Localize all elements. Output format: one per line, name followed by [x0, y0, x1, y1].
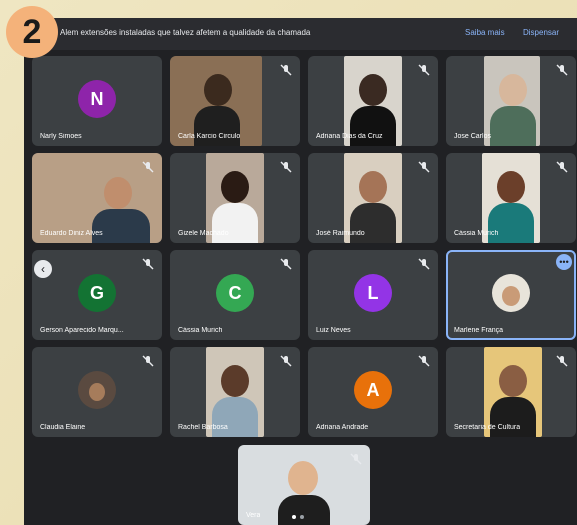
mic-off-icon [280, 63, 292, 76]
avatar: L [354, 274, 392, 312]
participant-name: Gerson Aparecido Marqu... [40, 327, 124, 334]
self-view-tile[interactable]: Vera [238, 445, 370, 525]
participant-name: Vera [246, 512, 261, 519]
participant-tile[interactable]: N Narly Simoes [32, 56, 162, 146]
mic-off-icon [418, 257, 430, 270]
participant-name: Marlene França [454, 327, 504, 334]
avatar: N [78, 80, 116, 118]
participant-name: Gizele Machado [178, 230, 229, 237]
participant-tile[interactable]: L Luiz Neves [308, 250, 438, 340]
previous-page-button[interactable]: ‹ [34, 260, 52, 278]
participant-tile-speaking[interactable]: ••• Marlene França [446, 250, 576, 340]
more-options-icon[interactable]: ••• [556, 254, 572, 270]
participant-name: Eduardo Diniz Alves [40, 230, 103, 237]
mic-off-icon [280, 354, 292, 367]
banner-message: Alem extensões instaladas que talvez afe… [60, 28, 311, 37]
participant-name: Cássia Murich [454, 230, 499, 237]
mic-off-icon [556, 354, 568, 367]
participant-name: Luiz Neves [316, 327, 351, 334]
participant-name: Carla Karcio Circulo [178, 133, 241, 140]
participant-name: Claudia Elaine [40, 424, 86, 431]
participant-tile[interactable]: Adriana Dias da Cruz [308, 56, 438, 146]
dismiss-link[interactable]: Dispensar [523, 28, 559, 37]
mic-off-icon [418, 354, 430, 367]
participant-name: Adriana Andrade [316, 424, 369, 431]
mic-off-icon [350, 452, 362, 465]
step-number-badge: 2 [6, 6, 58, 58]
extensions-warning-banner: Alem extensões instaladas que talvez afe… [24, 18, 577, 50]
avatar [492, 274, 530, 312]
participant-name: Adriana Dias da Cruz [316, 133, 383, 140]
participant-tile[interactable]: Secretaria de Cultura [446, 347, 576, 437]
participant-tile[interactable]: Carla Karcio Circulo [170, 56, 300, 146]
learn-more-link[interactable]: Saiba mais [465, 28, 505, 37]
participant-tile[interactable]: José Raimundo [308, 153, 438, 243]
participant-tile[interactable]: Eduardo Diniz Alves [32, 153, 162, 243]
mic-off-icon [280, 160, 292, 173]
participant-tile[interactable]: Jose Carlos [446, 56, 576, 146]
participant-tile[interactable]: G Gerson Aparecido Marqu... [32, 250, 162, 340]
participant-tile[interactable]: Cássia Murich [446, 153, 576, 243]
participant-tile[interactable]: Gizele Machado [170, 153, 300, 243]
mic-off-icon [142, 354, 154, 367]
avatar: G [78, 274, 116, 312]
participant-tile[interactable]: Claudia Elaine [32, 347, 162, 437]
mic-off-icon [556, 160, 568, 173]
participant-name: Jose Carlos [454, 133, 491, 140]
mic-off-icon [418, 160, 430, 173]
participant-name: Rachel Barbosa [178, 424, 228, 431]
participant-tile[interactable]: A Adriana Andrade [308, 347, 438, 437]
page-dot[interactable] [292, 515, 296, 519]
avatar: A [354, 371, 392, 409]
meet-call-screen: Alem extensões instaladas que talvez afe… [24, 18, 577, 525]
mic-off-icon [142, 160, 154, 173]
avatar [78, 371, 116, 409]
participant-name: Narly Simoes [40, 133, 82, 140]
avatar: C [216, 274, 254, 312]
page-dot[interactable] [300, 515, 304, 519]
participant-tile[interactable]: C Cássia Murich [170, 250, 300, 340]
mic-off-icon [280, 257, 292, 270]
mic-off-icon [142, 257, 154, 270]
mic-off-icon [556, 63, 568, 76]
mic-off-icon [418, 63, 430, 76]
participant-name: José Raimundo [316, 230, 365, 237]
participant-video [484, 56, 540, 146]
page-indicator [292, 515, 304, 519]
participant-name: Cássia Murich [178, 327, 223, 334]
participant-name: Secretaria de Cultura [454, 424, 521, 431]
participant-tile[interactable]: Rachel Barbosa [170, 347, 300, 437]
